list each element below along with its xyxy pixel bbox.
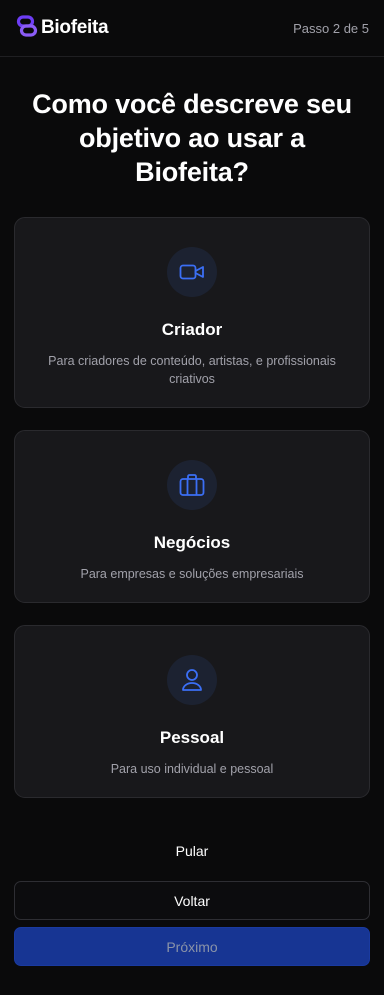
video-camera-icon: [167, 247, 217, 297]
option-title: Pessoal: [159, 728, 225, 747]
option-description: Para criadores de conteúdo, artistas, e …: [48, 354, 336, 386]
brand-name: Biofeita: [41, 17, 109, 38]
option-description: Para uso individual e pessoal: [110, 762, 274, 776]
option-description: Para empresas e soluções empresariais: [80, 567, 304, 581]
options-list: Criador Para criadores de conteúdo, arti…: [0, 217, 384, 798]
header: Biofeita Passo 2 de 5: [0, 0, 384, 57]
next-button[interactable]: Próximo: [14, 927, 370, 966]
step-indicator: Passo 2 de 5: [293, 20, 369, 36]
option-card-negocios[interactable]: Negócios Para empresas e soluções empres…: [14, 430, 370, 603]
logo-icon: [16, 14, 38, 43]
page-title: Como você descreve seu objetivo ao usar …: [32, 89, 352, 187]
option-title: Criador: [161, 320, 223, 339]
option-title: Negócios: [153, 533, 231, 552]
briefcase-icon: [167, 460, 217, 510]
option-card-criador[interactable]: Criador Para criadores de conteúdo, arti…: [14, 217, 370, 408]
user-icon: [167, 655, 217, 705]
brand-logo[interactable]: Biofeita: [16, 14, 109, 43]
back-button[interactable]: Voltar: [14, 881, 370, 920]
option-card-pessoal[interactable]: Pessoal Para uso individual e pessoal: [14, 625, 370, 798]
skip-button[interactable]: Pular: [0, 843, 384, 859]
